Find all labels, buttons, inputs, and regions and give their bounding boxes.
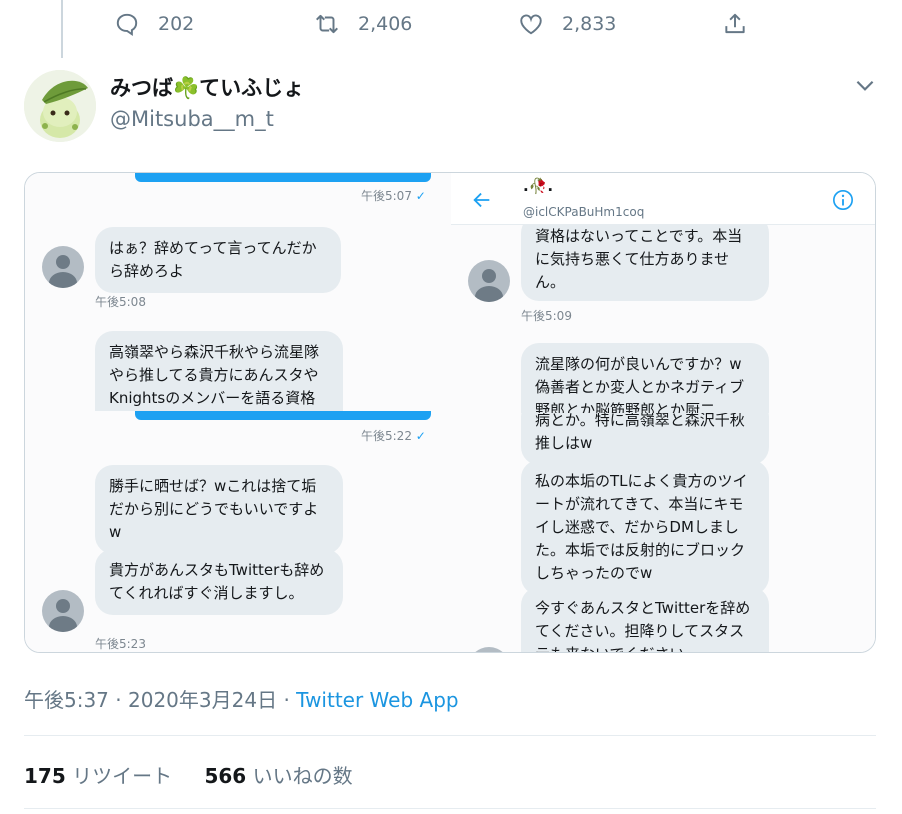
like-button[interactable]: 2,833: [518, 6, 616, 42]
like-count: 2,833: [562, 13, 617, 35]
divider: [24, 735, 876, 736]
tweet-source-link[interactable]: Twitter Web App: [296, 688, 458, 712]
message-bubble: はぁ？辞めてって言ってんだから辞めろよ: [95, 227, 341, 293]
dm-conversation-header: .🥀. @iclCKPaBuHm1coq: [451, 173, 875, 225]
like-stat[interactable]: 566 いいねの数: [204, 760, 352, 789]
message-bubble: 資格はないってことです。本当に気持ち悪くて仕方ありません。: [521, 215, 769, 301]
retweet-total: 175: [24, 764, 66, 788]
reply-count: 202: [158, 13, 195, 35]
chevron-down-icon[interactable]: [852, 72, 878, 98]
divider: [24, 808, 876, 809]
sent-message-bubble: [135, 411, 431, 420]
dm-screenshot-right-top: 資格はないってことです。本当に気持ち悪くて仕方ありません。 .🥀. @iclCK…: [451, 173, 875, 413]
avatar-image: [24, 70, 96, 142]
dm-screenshot-left-bottom: 午後5:22 ✓ 勝手に晒せば？wこれは捨て垢だから別にどうでもいいですよw 貴…: [25, 411, 451, 652]
retweet-button[interactable]: 2,406: [314, 6, 412, 42]
back-arrow-icon[interactable]: [471, 189, 493, 211]
message-timestamp: 午後5:09: [521, 309, 572, 323]
message-timestamp: 午後5:07 ✓: [361, 189, 426, 203]
like-icon: [520, 14, 542, 35]
dm-avatar: [468, 260, 510, 302]
tweet-stats: 175 リツイート 566 いいねの数: [24, 760, 353, 789]
like-stat-label: いいねの数: [252, 764, 353, 788]
author-avatar[interactable]: [24, 70, 96, 142]
message-bubble: 今すぐあんスタとTwitterを辞めてください。担降りしてスタステも来ないでくだ…: [521, 587, 769, 652]
retweet-icon: [316, 14, 338, 34]
message-bubble: 私の本垢のTLによく貴方のツイートが流れてきて、本当にキモイし迷惑で、だからDM…: [521, 460, 769, 595]
retweet-count: 2,406: [358, 13, 413, 35]
retweet-stat[interactable]: 175 リツイート: [24, 760, 172, 789]
message-timestamp: 午後5:22 ✓: [361, 429, 426, 443]
message-bubble: 貴方があんスタもTwitterも辞めてくれればすぐ消しますし。: [95, 549, 343, 615]
message-bubble: 高嶺翠やら森沢千秋やら流星隊やら推してる貴方にあんスタやKnightsのメンバー…: [95, 331, 343, 411]
tweet-media[interactable]: 午後5:07 ✓ はぁ？辞めてって言ってんだから辞めろよ 午後5:08 高嶺翠や…: [24, 172, 876, 653]
share-button[interactable]: [722, 6, 748, 42]
retweet-stat-label: リツイート: [72, 764, 173, 788]
thread-line: [61, 0, 63, 58]
like-total: 566: [204, 764, 247, 788]
message-bubble: 勝手に晒せば？wこれは捨て垢だから別にどうでもいいですよw: [95, 465, 343, 554]
reply-button[interactable]: 202: [114, 6, 194, 42]
share-icon: [725, 13, 745, 34]
reply-icon: [116, 13, 138, 37]
conversation-name: .🥀.: [523, 177, 554, 195]
message-timestamp: 午後5:08: [95, 295, 146, 309]
author-display-name[interactable]: みつば☘️ていふじょ: [110, 72, 304, 102]
separator: ·: [115, 688, 128, 712]
tweet-time[interactable]: 午後5:37: [24, 688, 109, 712]
author-handle[interactable]: @Mitsuba__m_t: [110, 107, 274, 131]
dm-avatar: [42, 590, 84, 632]
info-icon[interactable]: [832, 189, 854, 211]
dm-avatar: [42, 246, 84, 288]
message-bubble: 病とか。特に高嶺翠と森沢千秋推しはw: [521, 413, 769, 465]
tweet-date[interactable]: 2020年3月24日: [128, 688, 277, 712]
dm-screenshot-left-top: 午後5:07 ✓ はぁ？辞めてって言ってんだから辞めろよ 午後5:08 高嶺翠や…: [25, 173, 451, 411]
message-timestamp: 午後5:23: [95, 637, 146, 651]
separator: ·: [283, 688, 297, 712]
tweet-metadata: 午後5:37 · 2020年3月24日 · Twitter Web App: [24, 684, 459, 713]
dm-avatar: [468, 647, 510, 652]
tweet-action-bar: 202 2,406 2,833: [110, 6, 750, 42]
conversation-handle: @iclCKPaBuHm1coq: [523, 205, 645, 219]
dm-screenshot-right-bottom: 病とか。特に高嶺翠と森沢千秋推しはw 私の本垢のTLによく貴方のツイートが流れて…: [451, 413, 875, 652]
message-bubble: 流星隊の何が良いんですか？w偽善者とか変人とかネガティブ野郎とか脳筋野郎とか厨二: [521, 343, 769, 413]
sent-message-bubble: [135, 173, 431, 182]
